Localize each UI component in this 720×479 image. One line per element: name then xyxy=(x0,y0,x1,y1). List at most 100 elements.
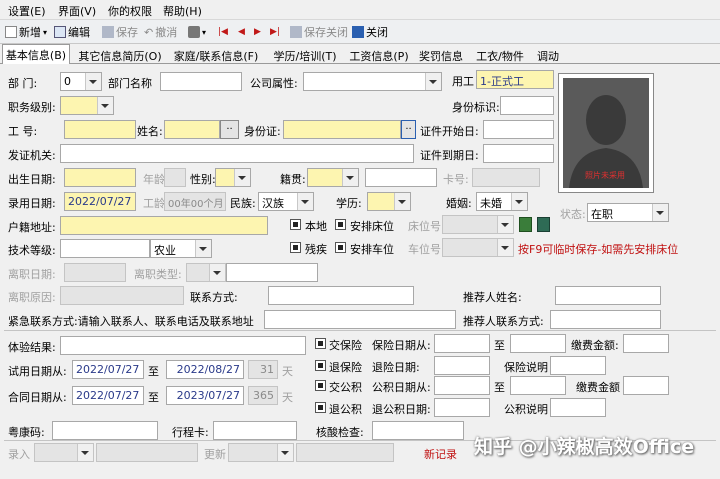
issuer-label: 发证机关: xyxy=(8,149,56,162)
seniority-label: 工龄 xyxy=(143,197,165,210)
close-button[interactable]: 关闭 xyxy=(352,23,388,41)
health-code-field[interactable] xyxy=(52,421,158,440)
tab-basic-info[interactable]: 基本信息(B) xyxy=(2,44,70,65)
bed-no-select[interactable] xyxy=(442,215,514,234)
hukou-field[interactable] xyxy=(60,216,268,235)
ins-from-label: 保险日期从: xyxy=(372,339,431,352)
fund-from-field[interactable] xyxy=(434,376,490,395)
leave-type-detail-field[interactable] xyxy=(226,263,318,282)
prev-record-button[interactable]: ◀ xyxy=(238,23,245,41)
hukou-type-select[interactable]: 农业 xyxy=(150,239,212,258)
contact-field[interactable] xyxy=(268,286,414,305)
job-level-select[interactable] xyxy=(60,96,114,115)
print-button[interactable]: ▾ xyxy=(188,23,206,41)
fee-field[interactable] xyxy=(623,334,669,353)
employment-field[interactable]: 1-正式工 xyxy=(476,70,554,89)
exam-field[interactable] xyxy=(60,336,306,355)
menu-settings[interactable]: 设置(E) xyxy=(8,3,46,19)
bed-pick-icon[interactable] xyxy=(519,217,532,232)
idcard-read-button[interactable]: .. xyxy=(401,120,416,139)
tab-other-resume[interactable]: 其它信息简历(O) xyxy=(74,46,166,64)
tab-uniform[interactable]: 工衣/物件 xyxy=(470,46,530,64)
fund-withdraw-date-field[interactable] xyxy=(434,398,490,417)
tab-family-contact[interactable]: 家庭/联系信息(F) xyxy=(168,46,264,64)
nucleic-field[interactable] xyxy=(372,421,464,440)
bed-checkbox[interactable] xyxy=(335,219,346,230)
issuer-field[interactable] xyxy=(60,144,414,163)
withdraw-ins-checkbox[interactable] xyxy=(315,360,326,371)
parking-no-select[interactable] xyxy=(442,238,514,257)
name-lookup-button[interactable]: .. xyxy=(220,120,239,139)
birth-field[interactable] xyxy=(64,168,136,187)
fund-checkbox[interactable] xyxy=(315,380,326,391)
card-label: 卡号: xyxy=(443,173,469,186)
origin-detail-field[interactable] xyxy=(365,168,437,187)
status-select[interactable]: 在职 xyxy=(587,203,669,222)
emergency-label: 紧急联系方式:请输入联系人、联系电话及联系地址 xyxy=(8,315,254,328)
fund-fee-field[interactable] xyxy=(623,376,669,395)
bed-clear-icon[interactable] xyxy=(537,217,550,232)
ins-note-field[interactable] xyxy=(550,356,606,375)
dept-name-field[interactable] xyxy=(160,72,242,91)
ins-to-field[interactable] xyxy=(510,334,566,353)
ethnic-label: 民族: xyxy=(230,197,256,210)
fund-note-field[interactable] xyxy=(550,398,606,417)
tab-salary[interactable]: 工资信息(P) xyxy=(346,46,412,64)
undo-button[interactable]: ↶ 撤消 xyxy=(144,23,177,41)
probation-to-field[interactable]: 2022/08/27 xyxy=(166,360,244,379)
tab-transfer[interactable]: 调动 xyxy=(532,46,564,64)
emergency-field[interactable] xyxy=(264,310,456,329)
social-ins-checkbox[interactable] xyxy=(315,338,326,349)
skill-field[interactable] xyxy=(60,239,150,258)
withdraw-date-field[interactable] xyxy=(434,356,490,375)
chevron-down-icon xyxy=(346,176,354,180)
probation-from-field[interactable]: 2022/07/27 xyxy=(72,360,144,379)
hire-field[interactable]: 2022/07/27 xyxy=(64,192,136,211)
contract-to-field[interactable]: 2023/07/27 xyxy=(166,386,244,405)
photo-frame[interactable]: 照片未采用 xyxy=(558,73,654,193)
cert-end-field[interactable] xyxy=(483,144,554,163)
job-no-label: 工 号: xyxy=(8,125,38,138)
referrer-contact-field[interactable] xyxy=(550,310,661,329)
toolbar: 新增 ▾ 编辑 保存 ↶ 撤消 ▾ |◀ ◀ ▶ ▶| 保存关闭 关闭 xyxy=(0,20,720,44)
trip-card-field[interactable] xyxy=(213,421,297,440)
job-no-field[interactable] xyxy=(64,120,136,139)
company-attr-select[interactable] xyxy=(303,72,442,91)
dept-select[interactable]: 0 xyxy=(60,72,102,91)
health-code-label: 粤康码: xyxy=(8,426,45,439)
referrer-field[interactable] xyxy=(555,286,661,305)
origin-select[interactable] xyxy=(307,168,359,187)
name-label: 姓名: xyxy=(137,125,163,138)
withdraw-fund-checkbox[interactable] xyxy=(315,402,326,413)
parking-checkbox[interactable] xyxy=(335,242,346,253)
tab-education[interactable]: 学历/培训(T) xyxy=(268,46,342,64)
menu-permissions[interactable]: 你的权限 xyxy=(108,3,152,19)
edit-button[interactable]: 编辑 xyxy=(54,23,90,41)
local-checkbox[interactable] xyxy=(290,219,301,230)
gender-label: 性别: xyxy=(190,173,216,186)
marital-select[interactable]: 未婚 xyxy=(476,192,528,211)
save-button[interactable]: 保存 xyxy=(102,23,138,41)
save-close-button[interactable]: 保存关闭 xyxy=(290,23,348,41)
leave-date-label: 离职日期: xyxy=(8,268,56,281)
gender-select[interactable] xyxy=(215,168,251,187)
next-record-button[interactable]: ▶ xyxy=(254,23,261,41)
menu-view[interactable]: 界面(V) xyxy=(58,3,96,19)
ethnic-select[interactable]: 汉族 xyxy=(258,192,314,211)
new-button[interactable]: 新增 ▾ xyxy=(5,23,47,41)
edu-select[interactable] xyxy=(367,192,411,211)
last-record-button[interactable]: ▶| xyxy=(270,23,280,41)
local-label: 本地 xyxy=(305,220,327,233)
identity-field[interactable] xyxy=(500,96,554,115)
ins-from-field[interactable] xyxy=(434,334,490,353)
menu-help[interactable]: 帮助(H) xyxy=(163,3,202,19)
contract-from-field[interactable]: 2022/07/27 xyxy=(72,386,144,405)
tab-rewards[interactable]: 奖罚信息 xyxy=(414,46,468,64)
name-field[interactable] xyxy=(164,120,220,139)
undo-icon: ↶ xyxy=(144,25,154,39)
idcard-field[interactable] xyxy=(283,120,401,139)
fund-to-field[interactable] xyxy=(510,376,566,395)
first-record-button[interactable]: |◀ xyxy=(218,23,228,41)
cert-start-field[interactable] xyxy=(483,120,554,139)
disabled-checkbox[interactable] xyxy=(290,242,301,253)
